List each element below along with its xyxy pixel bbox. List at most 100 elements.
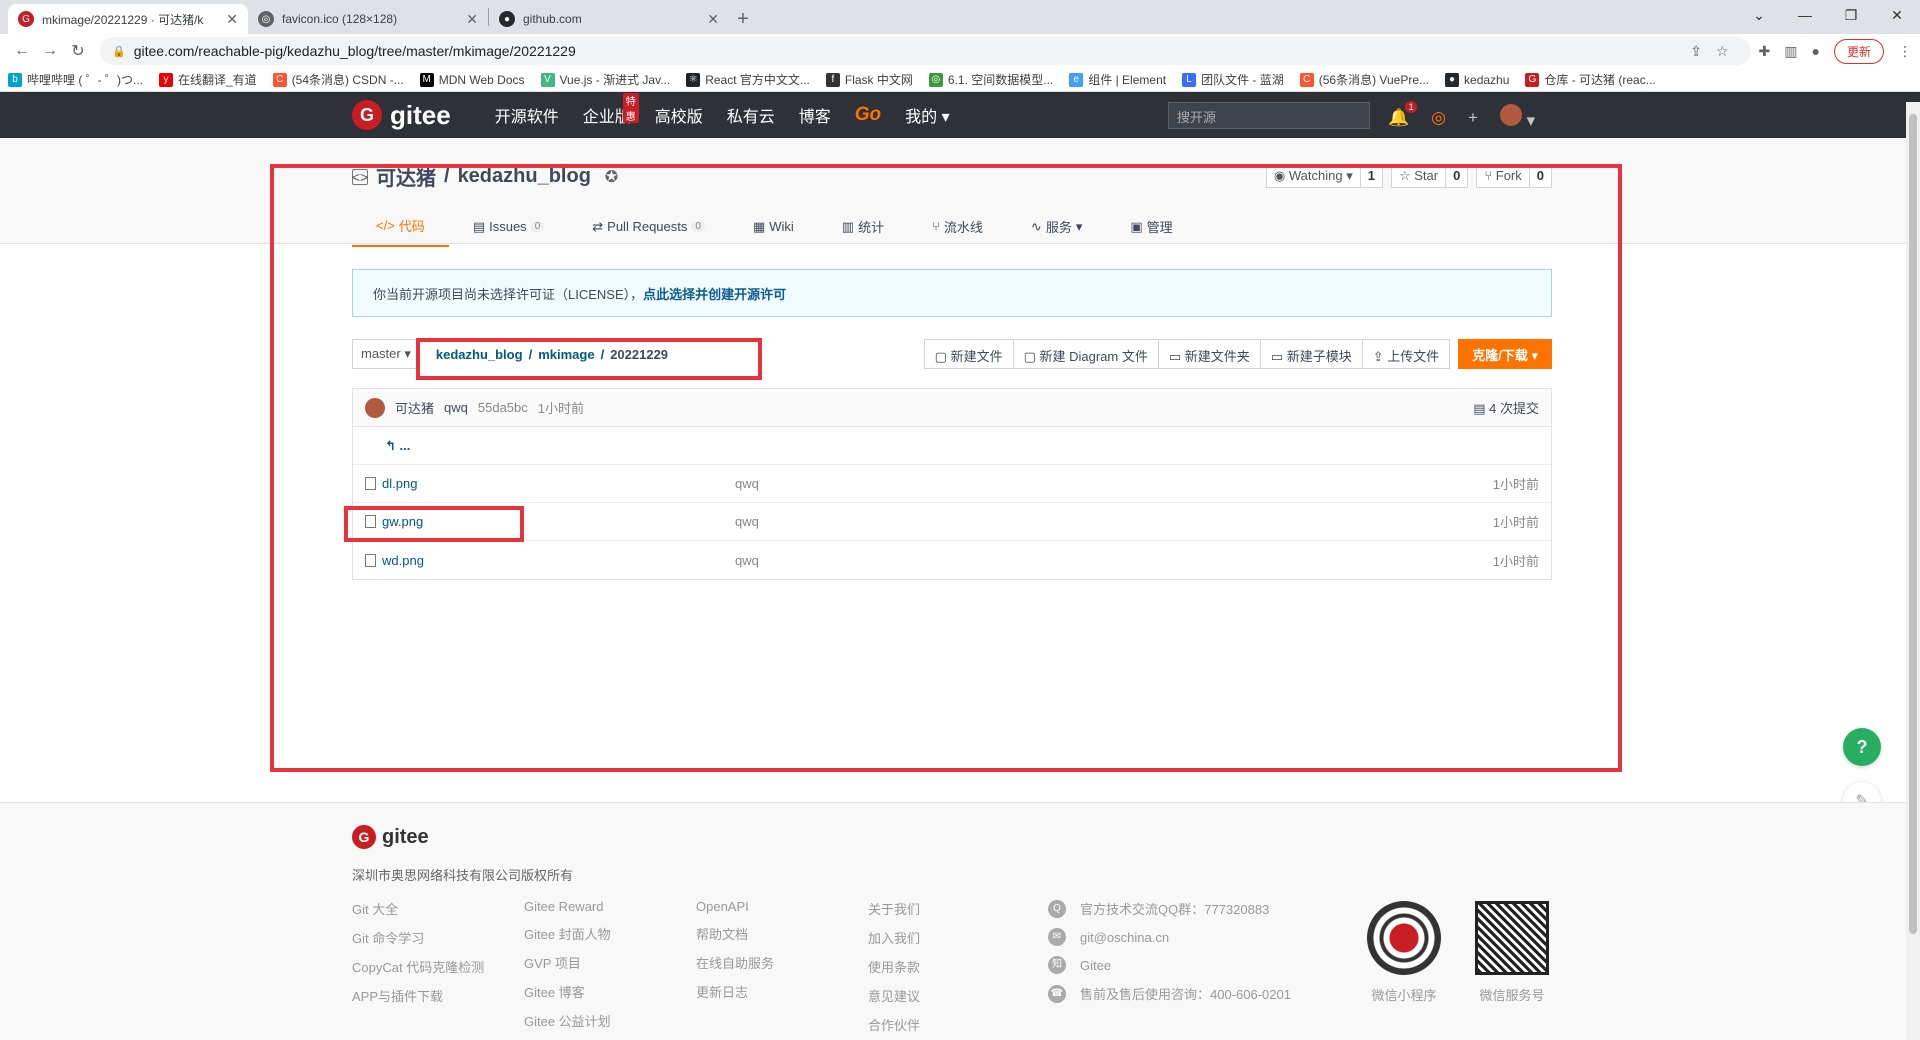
footer-link[interactable]: Git 大全 bbox=[352, 899, 484, 918]
restore-button[interactable]: ❐ bbox=[1828, 0, 1874, 30]
browser-tab-gitee[interactable]: G mkimage/20221229 · 可达猪/k ✕ bbox=[8, 4, 248, 34]
tab-title: favicon.ico (128×128) bbox=[282, 12, 398, 26]
footer-contacts: Q 官方技术交流QQ群：777320883 ✉ git@oschina.cn 知 Gi… bbox=[1048, 899, 1291, 1003]
browser-tab-strip: G mkimage/20221229 · 可达猪/k ✕ ◎ favicon.i… bbox=[0, 0, 1920, 34]
globe-icon: ◎ bbox=[258, 11, 274, 27]
gitee-icon: G bbox=[352, 100, 382, 130]
menu-icon[interactable]: ⋮ bbox=[1898, 43, 1912, 60]
forward-button[interactable]: → bbox=[36, 42, 64, 60]
close-icon[interactable]: ✕ bbox=[707, 11, 719, 28]
search-input[interactable]: 搜开源 bbox=[1168, 102, 1370, 129]
nav-enterprise[interactable]: 企业版 特惠 bbox=[583, 93, 639, 127]
vue-icon: V bbox=[540, 72, 555, 87]
footer-col-2: Gitee Reward Gitee 封面人物 GVP 项目 Gitee 博客 … bbox=[524, 899, 611, 1030]
nav-private-cloud[interactable]: 私有云 bbox=[727, 103, 775, 127]
extensions-icon[interactable]: ✚ bbox=[1759, 43, 1771, 60]
footer-link[interactable]: Git 命令学习 bbox=[352, 928, 484, 947]
profile-icon[interactable]: ● bbox=[1812, 43, 1820, 59]
star-icon[interactable]: ☆ bbox=[1716, 43, 1729, 60]
footer-link[interactable]: 意见建议 bbox=[868, 986, 920, 1005]
bookmark-item[interactable]: f Flask 中文网 bbox=[825, 71, 913, 88]
new-tab-button[interactable]: + bbox=[729, 4, 757, 34]
promo-badge: 特惠 bbox=[622, 93, 639, 123]
sidepanel-icon[interactable]: ▥ bbox=[1784, 43, 1797, 60]
chevron-down-icon[interactable]: ⌄ bbox=[1736, 0, 1782, 30]
footer-link[interactable]: OpenAPI bbox=[696, 899, 774, 914]
bookmark-item[interactable]: L 团队文件 - 蓝湖 bbox=[1182, 71, 1284, 88]
bookmark-item[interactable]: M MDN Web Docs bbox=[419, 72, 525, 87]
location-icon[interactable]: ◎ bbox=[1431, 108, 1446, 128]
back-button[interactable]: ← bbox=[8, 42, 36, 60]
url-text: gitee.com/reachable-pig/kedazhu_blog/tre… bbox=[133, 43, 576, 59]
plus-icon[interactable]: + bbox=[1468, 108, 1478, 128]
footer-link[interactable]: Gitee 博客 bbox=[524, 982, 611, 1001]
scrollbar[interactable] bbox=[1906, 102, 1920, 1040]
lock-icon[interactable]: 🔒 bbox=[112, 45, 126, 58]
nav-opensource[interactable]: 开源软件 bbox=[495, 103, 559, 127]
nav-university[interactable]: 高校版 bbox=[655, 103, 703, 127]
footer-col-4: 关于我们 加入我们 使用条款 意见建议 合作伙伴 bbox=[868, 899, 920, 1034]
footer-link[interactable]: 帮助文档 bbox=[696, 924, 774, 943]
footer-link[interactable]: Gitee Reward bbox=[524, 899, 611, 914]
browser-tab-favicon[interactable]: ◎ favicon.ico (128×128) ✕ bbox=[248, 4, 488, 34]
nav-mine[interactable]: 我的 ▾ bbox=[905, 103, 950, 127]
url-input[interactable]: 🔒 gitee.com/reachable-pig/kedazhu_blog/t… bbox=[100, 37, 1751, 65]
bookmark-item[interactable]: C (54条消息) CSDN -... bbox=[272, 71, 404, 88]
footer-link[interactable]: 合作伙伴 bbox=[868, 1015, 920, 1034]
tab-title: mkimage/20221229 · 可达猪/k bbox=[42, 12, 204, 27]
qr-service: 微信服务号 bbox=[1472, 901, 1552, 1004]
window-close-button[interactable]: ✕ bbox=[1874, 0, 1920, 30]
bilibili-icon: b bbox=[8, 72, 22, 87]
footer-logo[interactable]: Ggitee bbox=[352, 825, 429, 849]
copyright: 深圳市奥思网络科技有限公司版权所有 bbox=[352, 868, 574, 883]
lanhu-icon: L bbox=[1182, 72, 1197, 87]
avatar-menu[interactable]: ▾ bbox=[1499, 104, 1535, 131]
bookmark-item[interactable]: e 组件 | Element bbox=[1069, 71, 1166, 88]
reload-button[interactable]: ↻ bbox=[64, 41, 92, 61]
share-icon[interactable]: ⇪ bbox=[1690, 43, 1702, 60]
update-button[interactable]: 更新 bbox=[1833, 38, 1884, 64]
bookmark-item[interactable]: ◎ 6.1. 空间数据模型... bbox=[928, 71, 1053, 88]
bookmarks-bar: b 哔哩哔哩 ( ゜- ゜)つ... y 在线翻译_有道 C (54条消息) CSDN… bbox=[0, 68, 1920, 92]
gitee-icon: G bbox=[352, 825, 376, 849]
bookmark-item[interactable]: C (56条消息) VuePre... bbox=[1299, 71, 1429, 88]
gitee-icon: G bbox=[1525, 72, 1540, 87]
qr-code bbox=[1475, 901, 1549, 975]
footer-link[interactable]: APP与插件下载 bbox=[352, 986, 484, 1005]
footer-link[interactable]: Gitee 封面人物 bbox=[524, 924, 611, 943]
react-icon: ⚛ bbox=[686, 72, 701, 87]
footer-link[interactable]: 在线自助服务 bbox=[696, 953, 774, 972]
phone-icon: ☎ bbox=[1048, 984, 1066, 1003]
footer-link[interactable]: CopyCat 代码克隆检测 bbox=[352, 957, 484, 976]
qr-miniprogram: 微信小程序 bbox=[1364, 901, 1444, 1004]
footer-link[interactable]: 加入我们 bbox=[868, 928, 920, 947]
close-icon[interactable]: ✕ bbox=[226, 11, 238, 28]
bookmark-item[interactable]: ⚛ React 官方中文文... bbox=[686, 71, 810, 88]
footer-link[interactable]: 关于我们 bbox=[868, 899, 920, 918]
annotation-box-main bbox=[270, 164, 1622, 772]
footer-col-3: OpenAPI 帮助文档 在线自助服务 更新日志 bbox=[696, 899, 774, 1001]
nav-go[interactable]: Go bbox=[855, 104, 881, 126]
nav-blog[interactable]: 博客 bbox=[799, 103, 831, 127]
bookmark-item[interactable]: V Vue.js - 渐进式 Jav... bbox=[540, 71, 670, 88]
mail-icon: ✉ bbox=[1048, 928, 1066, 946]
bookmark-item[interactable]: ● kedazhu bbox=[1445, 72, 1509, 87]
footer-link[interactable]: 使用条款 bbox=[868, 957, 920, 976]
help-button[interactable]: ? bbox=[1843, 728, 1881, 766]
minimize-button[interactable]: — bbox=[1782, 0, 1828, 30]
bookmark-item[interactable]: G 仓库 - 可达猪 (reac... bbox=[1525, 71, 1656, 88]
qr-code bbox=[1367, 901, 1441, 975]
footer-link[interactable]: Gitee 公益计划 bbox=[524, 1011, 611, 1030]
bell-icon[interactable]: 🔔 1 bbox=[1388, 100, 1418, 128]
window-controls: ⌄ — ❐ ✕ bbox=[1736, 0, 1920, 30]
csdn-icon: C bbox=[1299, 72, 1314, 87]
bookmark-item[interactable]: y 在线翻译_有道 bbox=[159, 71, 257, 88]
browser-tab-github[interactable]: ● github.com ✕ bbox=[489, 4, 729, 34]
footer-link[interactable]: 更新日志 bbox=[696, 982, 774, 1001]
close-icon[interactable]: ✕ bbox=[466, 11, 478, 28]
bookmark-item[interactable]: b 哔哩哔哩 ( ゜- ゜)つ... bbox=[8, 71, 143, 88]
mdn-icon: M bbox=[419, 72, 434, 87]
gitee-logo[interactable]: Ggitee bbox=[352, 100, 451, 131]
zhihu-icon: 知 bbox=[1048, 956, 1066, 974]
footer-link[interactable]: GVP 项目 bbox=[524, 953, 611, 972]
